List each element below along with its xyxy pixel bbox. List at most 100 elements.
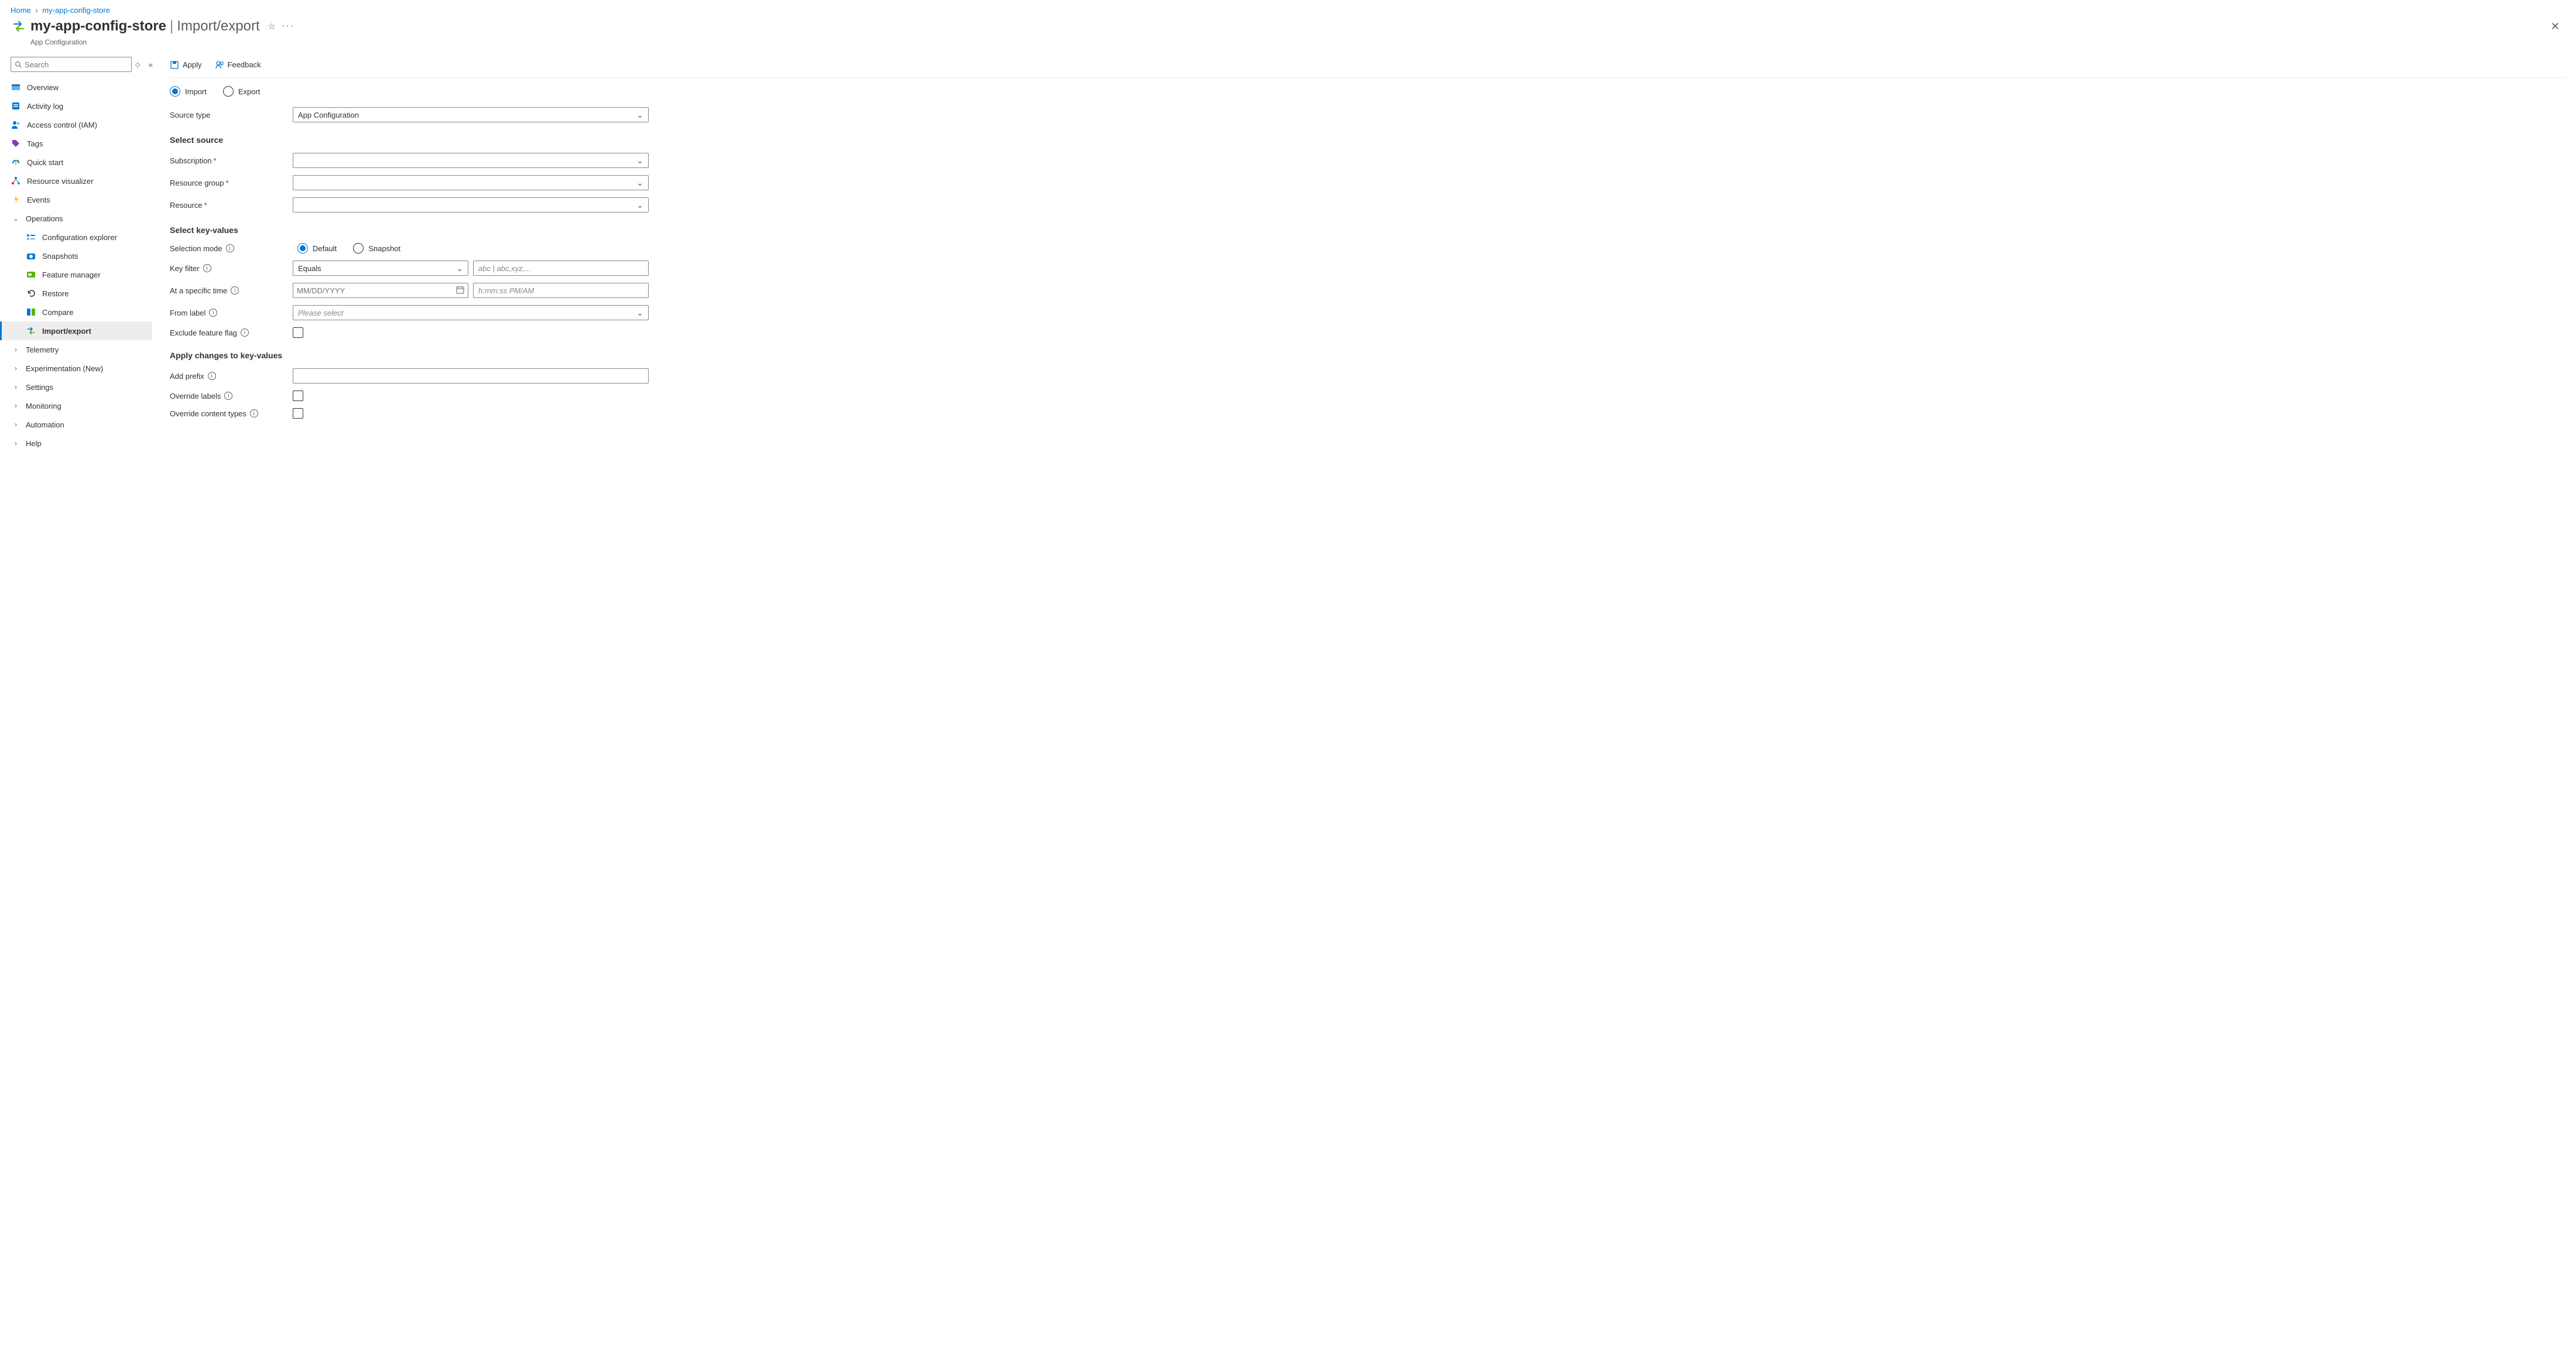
nav-resource-visualizer[interactable]: Resource visualizer — [0, 172, 152, 190]
subscription-label: Subscription* — [170, 156, 293, 165]
restore-icon — [26, 289, 36, 298]
chevron-down-icon: ⌄ — [456, 263, 463, 273]
sidebar: ◇ « Overview Activity log Access control… — [0, 52, 152, 476]
page-subtitle: Import/export — [177, 18, 259, 35]
feature-manager-icon — [26, 271, 36, 278]
favorite-icon[interactable]: ☆ — [268, 21, 276, 32]
nav-telemetry[interactable]: › Telemetry — [0, 340, 152, 359]
chevron-right-icon: › — [11, 364, 21, 372]
nav-experimentation[interactable]: › Experimentation (New) — [0, 359, 152, 378]
iam-icon — [11, 120, 21, 129]
calendar-icon[interactable] — [456, 286, 464, 296]
chevron-down-icon: ⌄ — [636, 178, 643, 188]
nav-activity-log[interactable]: Activity log — [0, 97, 152, 115]
nav-overview[interactable]: Overview — [0, 78, 152, 97]
nav-events[interactable]: Events — [0, 190, 152, 209]
info-icon[interactable]: i — [241, 328, 249, 337]
key-filter-label: Key filteri — [170, 264, 293, 273]
chevron-right-icon: › — [11, 402, 21, 410]
nav-feature-manager[interactable]: Feature manager — [0, 265, 152, 284]
breadcrumb: Home › my-app-config-store — [0, 0, 2576, 17]
date-input[interactable] — [293, 283, 468, 298]
search-input[interactable] — [11, 57, 132, 72]
add-prefix-input[interactable] — [293, 368, 649, 384]
chevron-down-icon: ⌄ — [636, 308, 643, 318]
source-type-label: Source type — [170, 111, 293, 119]
from-label-label: From labeli — [170, 309, 293, 317]
nav-operations[interactable]: ⌄ Operations — [0, 209, 152, 228]
apply-changes-heading: Apply changes to key-values — [170, 351, 2565, 360]
nav-quick-start[interactable]: Quick start — [0, 153, 152, 172]
page-title: my-app-config-store — [30, 18, 166, 35]
main-content: Apply Feedback Import Export Source — [152, 52, 2576, 476]
key-filter-operator-select[interactable]: Equals ⌄ — [293, 261, 468, 276]
nav-settings[interactable]: › Settings — [0, 378, 152, 396]
nav-restore[interactable]: Restore — [0, 284, 152, 303]
more-icon[interactable]: ··· — [282, 21, 294, 32]
info-icon[interactable]: i — [226, 244, 234, 252]
selection-mode-snapshot-radio[interactable]: Snapshot — [353, 243, 400, 254]
nav-automation[interactable]: › Automation — [0, 415, 152, 434]
key-filter-input[interactable] — [473, 261, 649, 276]
exclude-feature-flag-label: Exclude feature flagi — [170, 328, 293, 337]
nav-snapshots[interactable]: Snapshots — [0, 247, 152, 265]
chevron-right-icon: › — [11, 345, 21, 354]
chevron-right-icon: › — [11, 383, 21, 391]
save-icon — [170, 60, 179, 70]
breadcrumb-home[interactable]: Home — [11, 6, 31, 15]
title-separator: | — [170, 18, 173, 35]
close-icon[interactable]: ✕ — [2551, 20, 2560, 33]
quickstart-icon — [11, 158, 21, 167]
nav-configuration-explorer[interactable]: Configuration explorer — [0, 228, 152, 247]
export-radio[interactable]: Export — [223, 86, 261, 97]
breadcrumb-resource[interactable]: my-app-config-store — [42, 6, 110, 15]
info-icon[interactable]: i — [224, 392, 232, 400]
tags-icon — [11, 139, 21, 148]
override-labels-label: Override labelsi — [170, 392, 293, 400]
override-content-types-checkbox[interactable] — [293, 408, 303, 419]
exclude-feature-flag-checkbox[interactable] — [293, 327, 303, 338]
info-icon[interactable]: i — [250, 409, 258, 417]
select-key-values-heading: Select key-values — [170, 225, 2565, 235]
info-icon[interactable]: i — [203, 264, 211, 272]
info-icon[interactable]: i — [231, 286, 239, 295]
info-icon[interactable]: i — [209, 309, 217, 317]
resource-select[interactable]: ⌄ — [293, 197, 649, 213]
resource-group-select[interactable]: ⌄ — [293, 175, 649, 190]
activity-log-icon — [11, 101, 21, 111]
time-input[interactable] — [473, 283, 649, 298]
configuration-explorer-icon — [26, 234, 36, 241]
selection-mode-default-radio[interactable]: Default — [297, 243, 337, 254]
chevron-right-icon: › — [11, 439, 21, 447]
override-labels-checkbox[interactable] — [293, 391, 303, 401]
sort-icon[interactable]: ◇ — [135, 61, 140, 69]
nav-import-export[interactable]: Import/export — [0, 321, 152, 340]
mode-radio-group: Import Export — [170, 86, 2565, 97]
events-icon — [11, 195, 21, 204]
add-prefix-label: Add prefixi — [170, 372, 293, 381]
import-radio[interactable]: Import — [170, 86, 207, 97]
subscription-select[interactable]: ⌄ — [293, 153, 649, 168]
nav-monitoring[interactable]: › Monitoring — [0, 396, 152, 415]
chevron-down-icon: ⌄ — [11, 214, 21, 222]
apply-button[interactable]: Apply — [170, 60, 202, 70]
selection-mode-label: Selection modei — [170, 244, 293, 253]
feedback-icon — [215, 60, 224, 70]
source-type-select[interactable]: App Configuration ⌄ — [293, 107, 649, 122]
nav-help[interactable]: › Help — [0, 434, 152, 453]
nav-compare[interactable]: Compare — [0, 303, 152, 321]
chevron-down-icon: ⌄ — [636, 200, 643, 210]
chevron-right-icon: › — [11, 420, 21, 429]
snapshots-icon — [26, 252, 36, 260]
override-content-types-label: Override content typesi — [170, 409, 293, 418]
from-label-select[interactable]: Please select ⌄ — [293, 305, 649, 320]
import-export-icon — [11, 18, 27, 35]
select-source-heading: Select source — [170, 135, 2565, 145]
resource-type-label: App Configuration — [0, 38, 2576, 52]
feedback-button[interactable]: Feedback — [215, 60, 261, 70]
nav-access-control[interactable]: Access control (IAM) — [0, 115, 152, 134]
info-icon[interactable]: i — [208, 372, 216, 380]
compare-icon — [26, 308, 36, 316]
nav-tags[interactable]: Tags — [0, 134, 152, 153]
overview-icon — [11, 83, 21, 92]
